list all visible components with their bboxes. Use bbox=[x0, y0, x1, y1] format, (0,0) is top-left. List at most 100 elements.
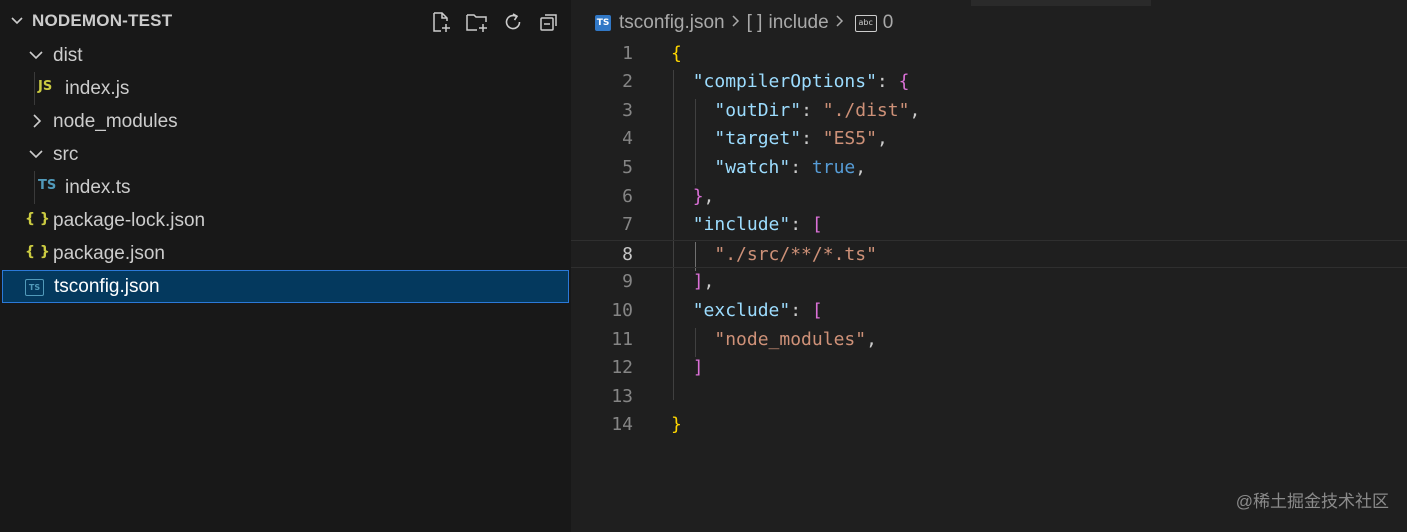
code-text: "target": "ES5", bbox=[671, 128, 888, 150]
code-token: "./dist" bbox=[822, 99, 910, 121]
code-token: : bbox=[790, 214, 812, 236]
code-token: [ bbox=[811, 214, 823, 236]
tree-item-label: index.ts bbox=[65, 177, 131, 198]
explorer-actions bbox=[429, 10, 561, 34]
explorer-sidebar: NODEMON-TEST dist JS index.js node_modul… bbox=[0, 0, 571, 532]
code-line[interactable]: 11 "node_modules", bbox=[571, 326, 1407, 355]
code-token: , bbox=[703, 185, 715, 207]
chevron-down-icon[interactable] bbox=[10, 14, 24, 33]
code-token: , bbox=[909, 99, 921, 121]
chevron-down-icon bbox=[28, 49, 44, 68]
javascript-file-icon: JS bbox=[38, 79, 53, 94]
tsconfig-file-icon: TS bbox=[25, 279, 44, 296]
code-text: "include": [ bbox=[671, 214, 823, 235]
code-line[interactable]: 12 ] bbox=[571, 354, 1407, 383]
code-line[interactable]: 2 "compilerOptions": { bbox=[571, 68, 1407, 97]
breadcrumb: TS tsconfig.json [ ] include abc 0 bbox=[595, 10, 893, 36]
breadcrumb-symbol[interactable]: include bbox=[768, 12, 828, 34]
tree-item-label: index.js bbox=[65, 78, 130, 99]
code-text: ], bbox=[671, 271, 715, 293]
line-number: 14 bbox=[611, 414, 633, 436]
code-token: "exclude" bbox=[692, 299, 791, 321]
chevron-down-icon bbox=[28, 148, 44, 167]
tab-strip-remnant bbox=[971, 0, 1151, 6]
code-token: : bbox=[876, 71, 899, 93]
code-token: : bbox=[801, 99, 823, 121]
code-line[interactable]: 13 bbox=[571, 383, 1407, 412]
code-token: "include" bbox=[692, 214, 791, 236]
new-folder-icon[interactable] bbox=[465, 10, 489, 34]
code-editor[interactable]: TS tsconfig.json [ ] include abc 0 1{2 "… bbox=[571, 0, 1407, 532]
code-token: : bbox=[790, 299, 812, 321]
code-token: "./src/**/*.ts" bbox=[714, 243, 877, 265]
tree-item-label: node_modules bbox=[53, 111, 178, 132]
array-symbol-icon: [ ] bbox=[746, 12, 763, 33]
watermark: @稀土掘金技术社区 bbox=[1235, 492, 1389, 511]
explorer-header[interactable]: NODEMON-TEST bbox=[0, 0, 571, 44]
line-number: 8 bbox=[622, 243, 633, 265]
chevron-right-icon bbox=[30, 113, 44, 134]
code-line[interactable]: 4 "target": "ES5", bbox=[571, 125, 1407, 154]
code-text: "outDir": "./dist", bbox=[671, 100, 920, 121]
code-text: "exclude": [ bbox=[671, 300, 823, 321]
chevron-right-icon bbox=[731, 12, 741, 34]
new-file-icon[interactable] bbox=[429, 10, 453, 34]
code-token: "node_modules" bbox=[714, 328, 867, 350]
tsconfig-icon-label: TS bbox=[25, 279, 44, 296]
refresh-icon[interactable] bbox=[501, 10, 525, 34]
code-token: , bbox=[876, 128, 888, 150]
typescript-file-icon: TS bbox=[38, 178, 57, 193]
breadcrumb-file[interactable]: tsconfig.json bbox=[619, 12, 725, 34]
code-token: ] bbox=[692, 271, 704, 293]
line-number: 7 bbox=[622, 214, 633, 236]
explorer-title: NODEMON-TEST bbox=[32, 11, 173, 30]
code-token: } bbox=[692, 185, 704, 207]
json-file-icon: { } bbox=[25, 244, 50, 260]
tree-folder-src[interactable]: src bbox=[0, 139, 571, 172]
tree-file-package-lock-json[interactable]: { } package-lock.json bbox=[0, 205, 571, 238]
code-token: "target" bbox=[714, 128, 802, 150]
code-line[interactable]: 9 ], bbox=[571, 268, 1407, 297]
chevron-right-icon bbox=[835, 12, 845, 34]
code-text: } bbox=[671, 414, 682, 435]
code-line[interactable]: 8 "./src/**/*.ts" bbox=[571, 239, 1407, 269]
line-number: 4 bbox=[622, 128, 633, 150]
code-token: "watch" bbox=[714, 156, 791, 178]
tree-file-tsconfig-json[interactable]: TS tsconfig.json bbox=[2, 270, 569, 303]
tree-folder-dist[interactable]: dist bbox=[0, 40, 571, 73]
string-symbol-icon: abc bbox=[854, 14, 877, 32]
code-token: } bbox=[671, 414, 682, 436]
collapse-all-icon[interactable] bbox=[537, 10, 561, 34]
tsconfig-file-icon: TS bbox=[595, 15, 611, 31]
code-line[interactable]: 7 "include": [ bbox=[571, 211, 1407, 240]
tree-file-package-json[interactable]: { } package.json bbox=[0, 238, 571, 271]
code-token: "outDir" bbox=[714, 99, 802, 121]
code-line[interactable]: 1{ bbox=[571, 40, 1407, 69]
code-text: "./src/**/*.ts" bbox=[671, 244, 877, 265]
breadcrumb-item[interactable]: 0 bbox=[883, 12, 894, 34]
code-token: "compilerOptions" bbox=[692, 71, 877, 93]
code-token: true bbox=[811, 156, 856, 178]
tree-folder-node-modules[interactable]: node_modules bbox=[0, 106, 571, 139]
code-line[interactable]: 5 "watch": true, bbox=[571, 154, 1407, 183]
line-number: 3 bbox=[622, 99, 633, 121]
code-token: , bbox=[866, 328, 877, 350]
code-line[interactable]: 10 "exclude": [ bbox=[571, 297, 1407, 326]
tree-item-label: dist bbox=[53, 45, 83, 66]
tree-item-label: package-lock.json bbox=[53, 210, 206, 231]
code-line[interactable]: 3 "outDir": "./dist", bbox=[571, 97, 1407, 126]
code-line[interactable]: 14} bbox=[571, 411, 1407, 440]
tree-file-index-js[interactable]: JS index.js bbox=[0, 73, 571, 106]
code-token: : bbox=[790, 156, 812, 178]
line-number: 10 bbox=[611, 299, 633, 321]
tree-file-index-ts[interactable]: TS index.ts bbox=[0, 172, 571, 205]
code-line[interactable]: 6 }, bbox=[571, 183, 1407, 212]
